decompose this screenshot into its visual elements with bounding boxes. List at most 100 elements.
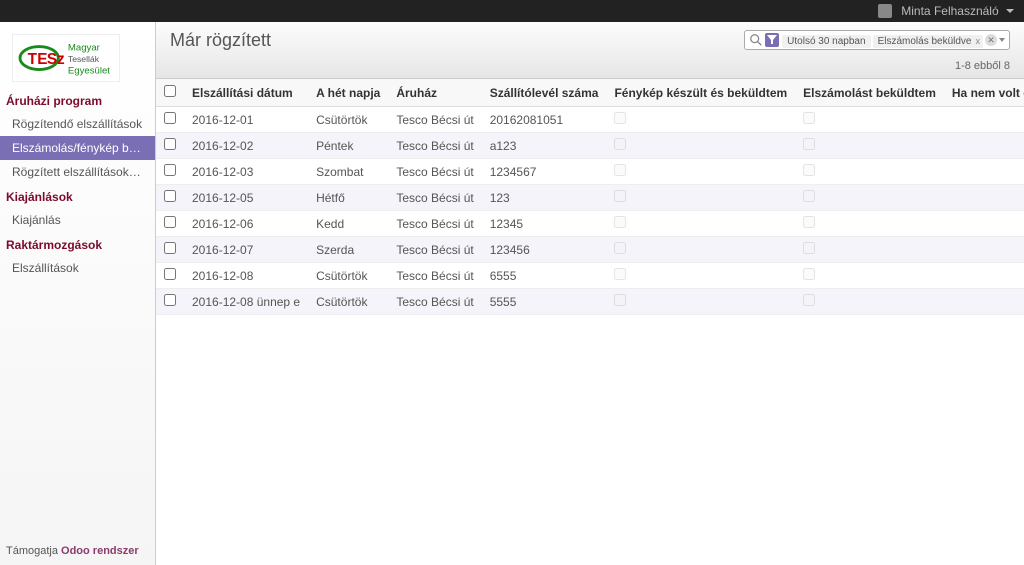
cell-reason xyxy=(944,237,1024,263)
cell-settle xyxy=(795,159,944,185)
filter-icon[interactable] xyxy=(765,33,779,47)
row-select-checkbox[interactable] xyxy=(164,242,176,254)
cell-date: 2016-12-07 xyxy=(184,237,308,263)
cell-slip: 12345 xyxy=(482,211,607,237)
cell-store: Tesco Bécsi út xyxy=(388,133,481,159)
settle-checkbox xyxy=(803,138,815,150)
sidebar-item[interactable]: Rögzített elszállítások leké... xyxy=(0,160,155,184)
column-header[interactable]: Elszállítási dátum xyxy=(184,79,308,107)
cell-day: Szombat xyxy=(308,159,388,185)
select-all-header xyxy=(156,79,184,107)
cell-photo xyxy=(606,211,795,237)
header: Már rögzített Utolsó 30 napban Elszámolás… xyxy=(156,22,1024,79)
table-row[interactable]: 2016-12-08 ünnep eCsütörtökTesco Bécsi ú… xyxy=(156,289,1024,315)
cell-slip: a123 xyxy=(482,133,607,159)
avatar-icon xyxy=(878,4,892,18)
cell-day: Csütörtök xyxy=(308,263,388,289)
cell-reason xyxy=(944,185,1024,211)
row-select-checkbox[interactable] xyxy=(164,190,176,202)
sidebar-item[interactable]: Rögzítendő elszállítások xyxy=(0,112,155,136)
svg-text:Magyar: Magyar xyxy=(68,42,101,53)
sidebar-item[interactable]: Elszállítások xyxy=(0,256,155,280)
table: Elszállítási dátumA hét napjaÁruházSzáll… xyxy=(156,79,1024,565)
settle-checkbox xyxy=(803,112,815,124)
cell-slip: 6555 xyxy=(482,263,607,289)
sidebar-item[interactable]: Kiajánlás xyxy=(0,208,155,232)
cell-settle xyxy=(795,133,944,159)
table-row[interactable]: 2016-12-02PéntekTesco Bécsi úta123 xyxy=(156,133,1024,159)
row-select-checkbox[interactable] xyxy=(164,138,176,150)
cell-settle xyxy=(795,211,944,237)
row-select-checkbox[interactable] xyxy=(164,268,176,280)
photo-checkbox xyxy=(614,268,626,280)
filter-chip: Utolsó 30 napban xyxy=(782,35,870,48)
row-select-checkbox[interactable] xyxy=(164,216,176,228)
column-header[interactable]: Elszámolást beküldtem xyxy=(795,79,944,107)
search-dropdown-icon[interactable] xyxy=(999,38,1005,42)
filter-chip: Elszámolás beküldvex xyxy=(873,35,983,48)
table-row[interactable]: 2016-12-06KeddTesco Bécsi út12345 xyxy=(156,211,1024,237)
settle-checkbox xyxy=(803,268,815,280)
footer-brand[interactable]: Odoo rendszer xyxy=(61,545,139,557)
cell-photo xyxy=(606,159,795,185)
table-row[interactable]: 2016-12-05HétfőTesco Bécsi út123 xyxy=(156,185,1024,211)
cell-photo xyxy=(606,185,795,211)
cell-store: Tesco Bécsi út xyxy=(388,185,481,211)
cell-slip: 123 xyxy=(482,185,607,211)
cell-reason xyxy=(944,211,1024,237)
cell-store: Tesco Bécsi út xyxy=(388,263,481,289)
select-all-checkbox[interactable] xyxy=(164,85,176,97)
photo-checkbox xyxy=(614,138,626,150)
column-header[interactable]: A hét napja xyxy=(308,79,388,107)
cell-reason xyxy=(944,263,1024,289)
clear-search-button[interactable]: ✕ xyxy=(985,34,997,46)
cell-date: 2016-12-05 xyxy=(184,185,308,211)
column-header[interactable]: Szállítólevél száma xyxy=(482,79,607,107)
row-select-checkbox[interactable] xyxy=(164,112,176,124)
photo-checkbox xyxy=(614,216,626,228)
row-select-checkbox[interactable] xyxy=(164,294,176,306)
cell-store: Tesco Bécsi út xyxy=(388,237,481,263)
page-title: Már rögzített xyxy=(170,30,271,51)
nav-section[interactable]: Áruházi program xyxy=(0,88,155,112)
svg-text:Sz: Sz xyxy=(47,51,65,68)
column-header[interactable]: Fénykép készült és beküldtem xyxy=(606,79,795,107)
cell-reason xyxy=(944,159,1024,185)
cell-reason xyxy=(944,107,1024,133)
cell-settle xyxy=(795,185,944,211)
cell-day: Hétfő xyxy=(308,185,388,211)
nav-section[interactable]: Raktármozgások xyxy=(0,232,155,256)
filter-chip-label: Utolsó 30 napban xyxy=(785,36,867,47)
settle-checkbox xyxy=(803,190,815,202)
photo-checkbox xyxy=(614,112,626,124)
cell-slip: 123456 xyxy=(482,237,607,263)
cell-day: Szerda xyxy=(308,237,388,263)
nav-section[interactable]: Kiajánlások xyxy=(0,184,155,208)
svg-text:Tesellák: Tesellák xyxy=(68,54,100,64)
filter-chip-remove[interactable]: x xyxy=(976,36,981,46)
topbar: Minta Felhasználó xyxy=(0,0,1024,22)
table-row[interactable]: 2016-12-08CsütörtökTesco Bécsi út6555 xyxy=(156,263,1024,289)
user-menu[interactable]: Minta Felhasználó xyxy=(878,4,1014,19)
column-header[interactable]: Ha nem volt elszállítás, miért? xyxy=(944,79,1024,107)
svg-text:T: T xyxy=(28,51,38,68)
cell-day: Csütörtök xyxy=(308,107,388,133)
cell-store: Tesco Bécsi út xyxy=(388,289,481,315)
row-select-checkbox[interactable] xyxy=(164,164,176,176)
sidebar-item[interactable]: Elszámolás/fénykép bekül... xyxy=(0,136,155,160)
cell-photo xyxy=(606,133,795,159)
footer-prefix: Támogatja xyxy=(6,545,61,557)
logo: T E Sz Magyar Tesellák Egyesület xyxy=(0,22,155,88)
cell-date: 2016-12-02 xyxy=(184,133,308,159)
table-row[interactable]: 2016-12-07SzerdaTesco Bécsi út123456 xyxy=(156,237,1024,263)
cell-date: 2016-12-06 xyxy=(184,211,308,237)
column-header[interactable]: Áruház xyxy=(388,79,481,107)
photo-checkbox xyxy=(614,190,626,202)
table-row[interactable]: 2016-12-01CsütörtökTesco Bécsi út2016208… xyxy=(156,107,1024,133)
sidebar: T E Sz Magyar Tesellák Egyesület Áruházi… xyxy=(0,22,156,565)
cell-date: 2016-12-08 xyxy=(184,263,308,289)
nav: Áruházi programRögzítendő elszállításokE… xyxy=(0,88,155,537)
settle-checkbox xyxy=(803,242,815,254)
search-box[interactable]: Utolsó 30 napban Elszámolás beküldvex ✕ xyxy=(744,30,1010,50)
table-row[interactable]: 2016-12-03SzombatTesco Bécsi út1234567 xyxy=(156,159,1024,185)
